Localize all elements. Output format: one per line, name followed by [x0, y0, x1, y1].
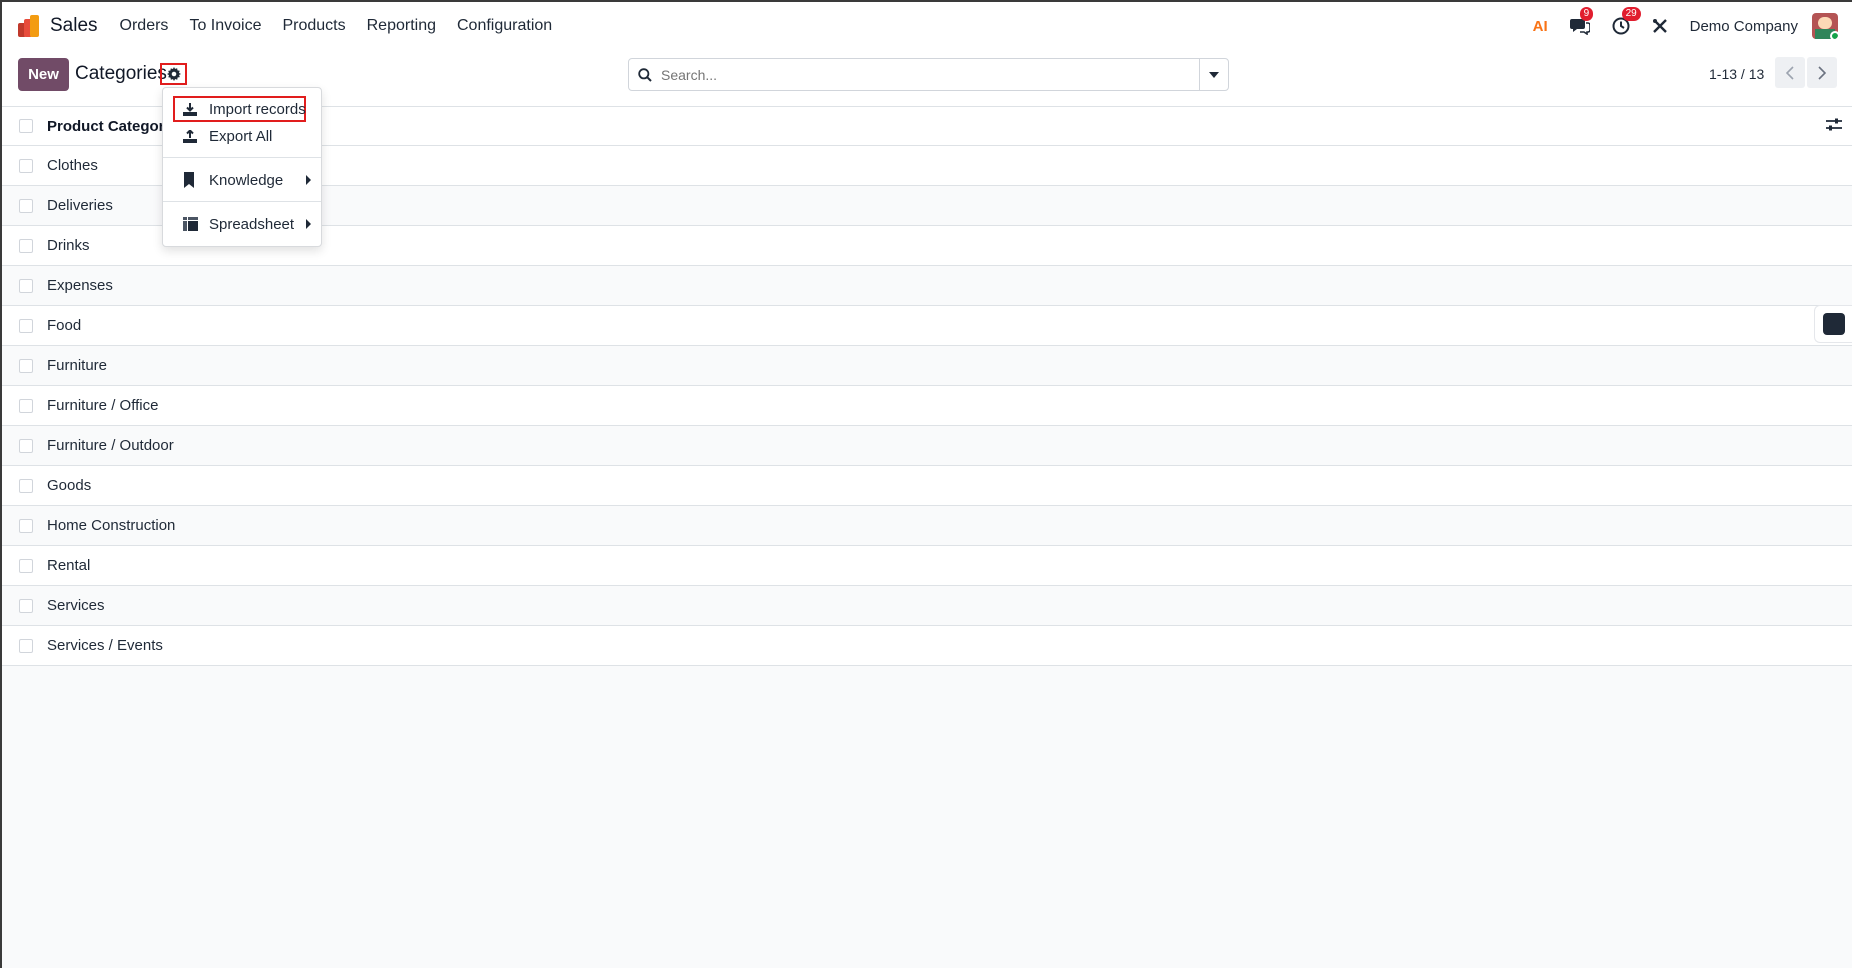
table-row[interactable]: Furniture / Office	[2, 386, 1852, 426]
row-category-name: Drinks	[47, 237, 90, 254]
top-navbar: Sales Orders To Invoice Products Reporti…	[2, 2, 1852, 50]
menu-reporting[interactable]: Reporting	[367, 17, 436, 35]
menu-products[interactable]: Products	[282, 17, 345, 35]
import-records-item[interactable]: Import records	[163, 96, 321, 122]
row-category-name: Clothes	[47, 157, 98, 174]
knowledge-item[interactable]: Knowledge	[163, 167, 321, 193]
row-category-name: Services	[47, 597, 105, 614]
search-icon	[629, 67, 661, 82]
column-header-product-category[interactable]: Product Category	[47, 118, 173, 135]
row-category-name: Services / Events	[47, 637, 163, 654]
table-row[interactable]: Home Construction	[2, 506, 1852, 546]
knowledge-label: Knowledge	[209, 171, 284, 189]
upload-icon	[183, 129, 201, 143]
export-all-label: Export All	[209, 127, 273, 145]
row-category-name: Expenses	[47, 277, 113, 294]
row-category-name: Furniture / Outdoor	[47, 437, 174, 454]
pager-next-button[interactable]	[1807, 57, 1837, 88]
gear-icon	[166, 67, 181, 81]
sales-app-icon	[18, 15, 40, 37]
row-category-name: Home Construction	[47, 517, 176, 534]
optional-columns-icon[interactable]	[1826, 118, 1842, 137]
row-checkbox[interactable]	[19, 158, 33, 173]
row-checkbox[interactable]	[19, 238, 33, 253]
row-checkbox[interactable]	[19, 598, 33, 613]
table-row[interactable]: Services	[2, 586, 1852, 626]
table-row[interactable]: Expenses	[2, 266, 1852, 306]
row-category-name: Food	[47, 317, 82, 334]
menu-orders[interactable]: Orders	[120, 17, 169, 35]
menu-configuration[interactable]: Configuration	[457, 17, 552, 35]
chevron-right-icon	[1818, 65, 1826, 80]
row-checkbox[interactable]	[19, 358, 33, 373]
pager-value[interactable]: 1-13 / 13	[1709, 66, 1764, 82]
row-checkbox[interactable]	[19, 438, 33, 453]
actions-dropdown: Import records Export All Knowledge Spre…	[162, 87, 322, 247]
search-bar	[628, 58, 1229, 91]
chevron-left-icon	[1786, 65, 1794, 80]
row-checkbox[interactable]	[19, 518, 33, 533]
caret-down-icon	[1209, 71, 1219, 78]
caret-right-icon	[306, 219, 311, 229]
actions-gear-button[interactable]	[160, 63, 187, 85]
menu-to-invoice[interactable]: To Invoice	[189, 17, 261, 35]
activities-badge: 29	[1621, 7, 1641, 21]
ai-icon[interactable]: AI	[1533, 18, 1548, 35]
app-brand[interactable]: Sales	[18, 15, 120, 37]
user-avatar[interactable]	[1812, 13, 1838, 39]
row-checkbox[interactable]	[19, 318, 33, 333]
download-icon	[183, 102, 201, 116]
activity-clock-icon[interactable]: 29	[1612, 7, 1641, 35]
table-row[interactable]: Furniture	[2, 346, 1852, 386]
spreadsheet-label: Spreadsheet	[209, 215, 295, 233]
assistant-widget-button[interactable]	[1814, 305, 1852, 343]
table-row[interactable]: Furniture / Outdoor	[2, 426, 1852, 466]
ai-label: AI	[1532, 17, 1548, 35]
row-category-name: Deliveries	[47, 197, 113, 214]
company-switcher[interactable]: Demo Company	[1690, 18, 1798, 35]
import-records-label: Import records	[209, 100, 306, 118]
debug-tools-icon[interactable]	[1652, 18, 1668, 34]
breadcrumb-title: Categories	[75, 63, 167, 84]
row-checkbox[interactable]	[19, 558, 33, 573]
search-input[interactable]	[661, 59, 1199, 90]
messages-icon[interactable]: 9	[1569, 7, 1594, 35]
row-checkbox[interactable]	[19, 398, 33, 413]
row-checkbox[interactable]	[19, 278, 33, 293]
app-name: Sales	[50, 15, 98, 36]
online-status-icon	[1830, 31, 1838, 39]
spreadsheet-item[interactable]: Spreadsheet	[163, 211, 321, 237]
row-category-name: Furniture / Office	[47, 397, 159, 414]
export-all-item[interactable]: Export All	[163, 123, 321, 149]
row-checkbox[interactable]	[19, 198, 33, 213]
select-all-checkbox[interactable]	[19, 119, 33, 133]
caret-right-icon	[306, 175, 311, 185]
spreadsheet-icon	[183, 217, 201, 231]
pager-previous-button[interactable]	[1775, 57, 1805, 88]
table-row[interactable]: Food	[2, 306, 1852, 346]
table-row[interactable]: Services / Events	[2, 626, 1852, 666]
bookmark-icon	[183, 172, 201, 188]
dropdown-divider	[163, 201, 321, 202]
row-checkbox[interactable]	[19, 638, 33, 653]
assistant-icon	[1822, 313, 1845, 335]
table-row[interactable]: Goods	[2, 466, 1852, 506]
row-category-name: Goods	[47, 477, 92, 494]
new-button[interactable]: New	[18, 58, 69, 91]
dropdown-divider	[163, 157, 321, 158]
table-row[interactable]: Rental	[2, 546, 1852, 586]
messages-badge: 9	[1579, 7, 1594, 21]
search-options-toggle[interactable]	[1199, 59, 1228, 90]
row-category-name: Furniture	[47, 357, 108, 374]
row-checkbox[interactable]	[19, 478, 33, 493]
row-category-name: Rental	[47, 557, 91, 574]
